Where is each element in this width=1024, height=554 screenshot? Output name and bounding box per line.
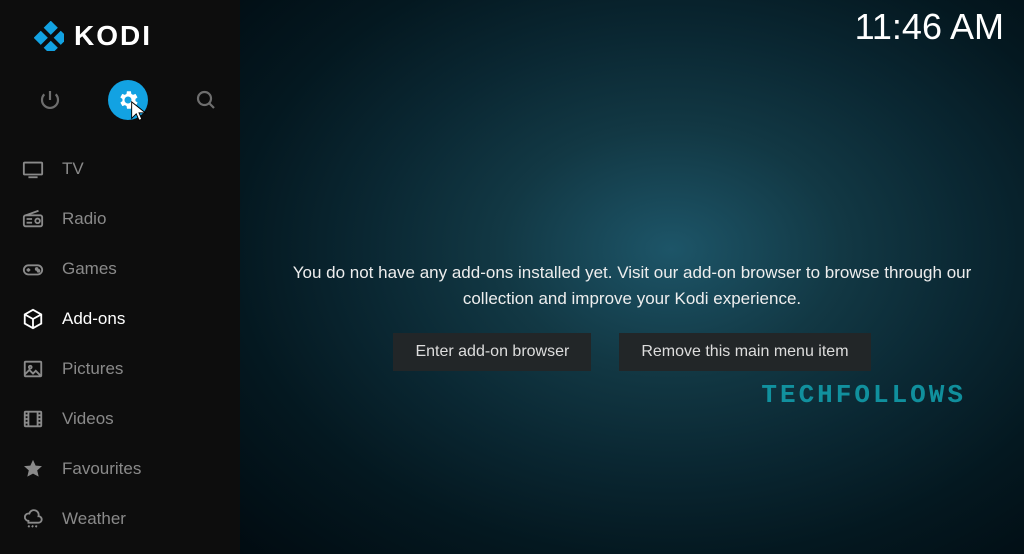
search-button[interactable] <box>186 80 226 120</box>
sidebar-item-label: Weather <box>62 509 126 529</box>
sidebar-item-addons[interactable]: Add-ons <box>0 294 240 344</box>
box-icon <box>20 306 46 332</box>
sidebar-item-favourites[interactable]: Favourites <box>0 444 240 494</box>
weather-icon <box>20 506 46 532</box>
sidebar-item-pictures[interactable]: Pictures <box>0 344 240 394</box>
sidebar-item-label: Radio <box>62 209 106 229</box>
sidebar-item-label: Add-ons <box>62 309 125 329</box>
gamepad-icon <box>20 256 46 282</box>
watermark: TECHFOLLOWS <box>761 380 966 410</box>
app-logo: KODI <box>0 0 240 62</box>
kodi-logo-icon <box>34 21 64 51</box>
action-buttons: Enter add-on browser Remove this main me… <box>393 333 870 371</box>
power-button[interactable] <box>30 80 70 120</box>
sidebar-item-label: Favourites <box>62 459 141 479</box>
sidebar-item-label: Videos <box>62 409 114 429</box>
empty-state: You do not have any add-ons installed ye… <box>240 260 1024 371</box>
sidebar-item-label: Pictures <box>62 359 123 379</box>
radio-icon <box>20 206 46 232</box>
app-name: KODI <box>74 20 152 52</box>
sidebar-item-label: TV <box>62 159 84 179</box>
sidebar-item-games[interactable]: Games <box>0 244 240 294</box>
sidebar-item-label: Games <box>62 259 117 279</box>
star-icon <box>20 456 46 482</box>
clock: 11:46 AM <box>855 6 1004 48</box>
sidebar-item-radio[interactable]: Radio <box>0 194 240 244</box>
empty-message: You do not have any add-ons installed ye… <box>270 260 994 311</box>
gear-icon <box>116 88 140 112</box>
power-icon <box>38 88 62 112</box>
film-icon <box>20 406 46 432</box>
settings-button[interactable] <box>108 80 148 120</box>
remove-menu-item-button[interactable]: Remove this main menu item <box>619 333 870 371</box>
main-panel: 11:46 AM You do not have any add-ons ins… <box>240 0 1024 554</box>
search-icon <box>194 88 218 112</box>
sidebar-item-weather[interactable]: Weather <box>0 494 240 544</box>
sidebar-item-videos[interactable]: Videos <box>0 394 240 444</box>
picture-icon <box>20 356 46 382</box>
sidebar-nav: TV Radio Games Add-ons Pictures Videos F… <box>0 138 240 544</box>
tv-icon <box>20 156 46 182</box>
top-icon-row <box>0 62 240 138</box>
sidebar-item-tv[interactable]: TV <box>0 144 240 194</box>
sidebar: KODI TV Radio Games Add-ons <box>0 0 240 554</box>
enter-addon-browser-button[interactable]: Enter add-on browser <box>393 333 591 371</box>
